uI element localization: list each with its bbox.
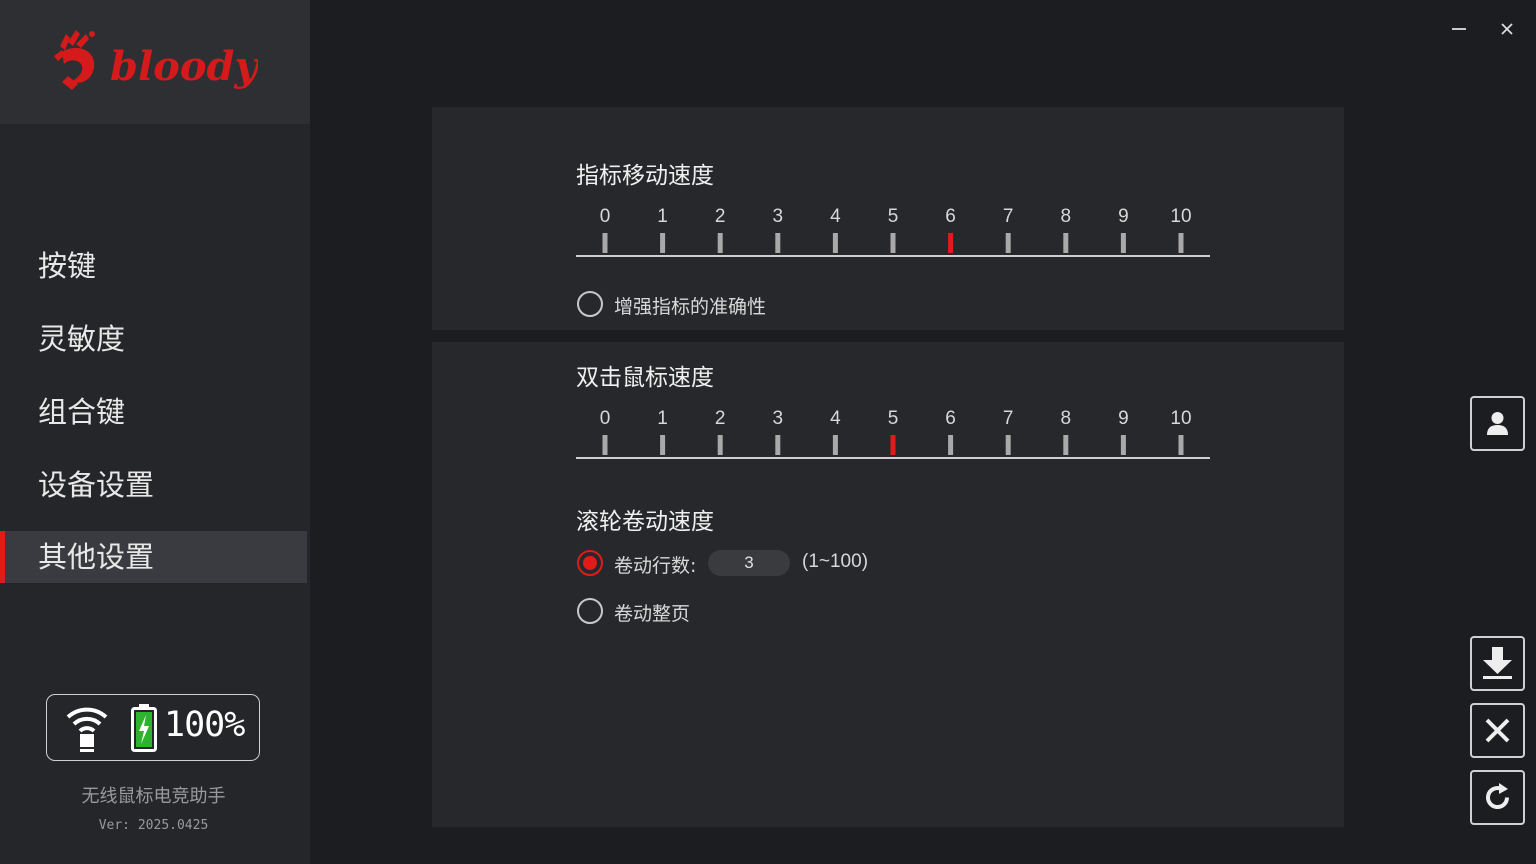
tick-label: 3: [773, 206, 784, 227]
tick-label: 10: [1170, 206, 1191, 227]
scroll-lines-label: 卷动行数:: [614, 555, 697, 577]
battery-charging-icon: [131, 704, 157, 752]
download-icon: [1483, 647, 1512, 679]
tick-mark: [602, 435, 608, 455]
tick-mark: [1063, 435, 1069, 455]
sidebar: bloody 按键 灵敏度 组合键 设备设置 其他设置 100% 无线鼠标电竞助…: [0, 0, 310, 864]
sidebar-item-sensitivity[interactable]: 灵敏度: [0, 313, 307, 365]
sidebar-item-keys[interactable]: 按键: [0, 240, 307, 292]
close-icon[interactable]: [1496, 18, 1518, 40]
battery-percent: 100%: [164, 705, 245, 745]
tick-mark: [832, 435, 838, 455]
reset-icon: [1486, 783, 1510, 810]
enhance-precision-label: 增强指标的准确性: [614, 296, 767, 318]
profile-icon: [1487, 412, 1508, 435]
sidebar-item-device-settings[interactable]: 设备设置: [0, 459, 307, 511]
double-click-speed-title: 双击鼠标速度: [576, 365, 714, 391]
tick-mark: [660, 233, 666, 253]
tick-mark: [602, 233, 608, 253]
bloody-logo: bloody: [54, 30, 258, 90]
tick-label: 8: [1061, 408, 1072, 429]
logo-area: bloody: [0, 0, 310, 124]
tick-label: 0: [600, 408, 611, 429]
app-window: bloody 按键 灵敏度 组合键 设备设置 其他设置 100% 无线鼠标电竞助…: [0, 0, 1536, 864]
tick-label: 3: [773, 408, 784, 429]
tick-label: 10: [1170, 408, 1191, 429]
scroll-page-label: 卷动整页: [614, 603, 691, 625]
sidebar-item-other-settings[interactable]: 其他设置: [0, 531, 307, 583]
sidebar-item-macros[interactable]: 组合键: [0, 386, 307, 438]
slider-track: [576, 457, 1210, 459]
scroll-lines-range: (1~100): [802, 551, 869, 572]
tick-mark: [1005, 435, 1011, 455]
tick-mark: [775, 233, 781, 253]
tick-mark: [1120, 435, 1126, 455]
tick-label: 5: [888, 408, 899, 429]
tick-mark: [775, 435, 781, 455]
slider-thumb[interactable]: [948, 233, 954, 253]
scroll-lines-radio[interactable]: [577, 550, 603, 576]
cancel-button[interactable]: [1470, 703, 1525, 758]
scroll-speed-title: 滚轮卷动速度: [576, 509, 714, 535]
tick-label: 0: [600, 206, 611, 227]
tick-label: 1: [657, 206, 668, 227]
tick-label: 6: [945, 408, 956, 429]
wireless-icon: [66, 707, 108, 752]
enhance-precision-radio[interactable]: [577, 291, 603, 317]
reset-button[interactable]: [1470, 770, 1525, 825]
pointer-speed-title: 指标移动速度: [576, 163, 714, 189]
tick-label: 4: [830, 206, 841, 227]
minimize-icon[interactable]: [1448, 18, 1470, 40]
slider-thumb[interactable]: [890, 435, 896, 455]
tick-mark: [717, 233, 723, 253]
tick-label: 6: [945, 206, 956, 227]
tick-label: 5: [888, 206, 899, 227]
device-status: 100%: [46, 694, 260, 761]
tick-label: 7: [1003, 206, 1014, 227]
tick-label: 8: [1061, 206, 1072, 227]
tick-mark: [1178, 435, 1184, 455]
tick-mark: [1120, 233, 1126, 253]
tick-mark: [1005, 233, 1011, 253]
tick-mark: [832, 233, 838, 253]
app-name: 无线鼠标电竞助手: [81, 786, 226, 807]
pointer-speed-slider[interactable]: 0 1 2 3 4 5 6 7 8 9 10: [576, 200, 1210, 258]
tick-label: 2: [715, 408, 726, 429]
profile-button[interactable]: [1470, 396, 1525, 451]
double-click-speed-slider[interactable]: 0 1 2 3 4 5 6 7 8 9 10: [576, 402, 1210, 460]
tick-label: 2: [715, 206, 726, 227]
tick-mark: [660, 435, 666, 455]
slider-scale: 0 1 2 3 4 5 6 7 8 9 10: [576, 408, 1210, 459]
bloody-logo-text: bloody: [110, 43, 258, 90]
tick-label: 1: [657, 408, 668, 429]
tick-mark: [1063, 233, 1069, 253]
scroll-lines-input[interactable]: [708, 550, 790, 576]
tick-label: 7: [1003, 408, 1014, 429]
scroll-page-radio[interactable]: [577, 598, 603, 624]
tick-mark: [1178, 233, 1184, 253]
tick-label: 4: [830, 408, 841, 429]
tick-label: 9: [1118, 206, 1129, 227]
tick-mark: [890, 233, 896, 253]
save-to-device-button[interactable]: [1470, 636, 1525, 691]
slider-scale: 0 1 2 3 4 5 6 7 8 9 10: [576, 206, 1210, 257]
slider-track: [576, 255, 1210, 257]
tick-mark: [717, 435, 723, 455]
close-icon: [1485, 718, 1510, 743]
app-version: Ver: 2025.0425: [98, 818, 209, 833]
tick-mark: [948, 435, 954, 455]
tick-label: 9: [1118, 408, 1129, 429]
